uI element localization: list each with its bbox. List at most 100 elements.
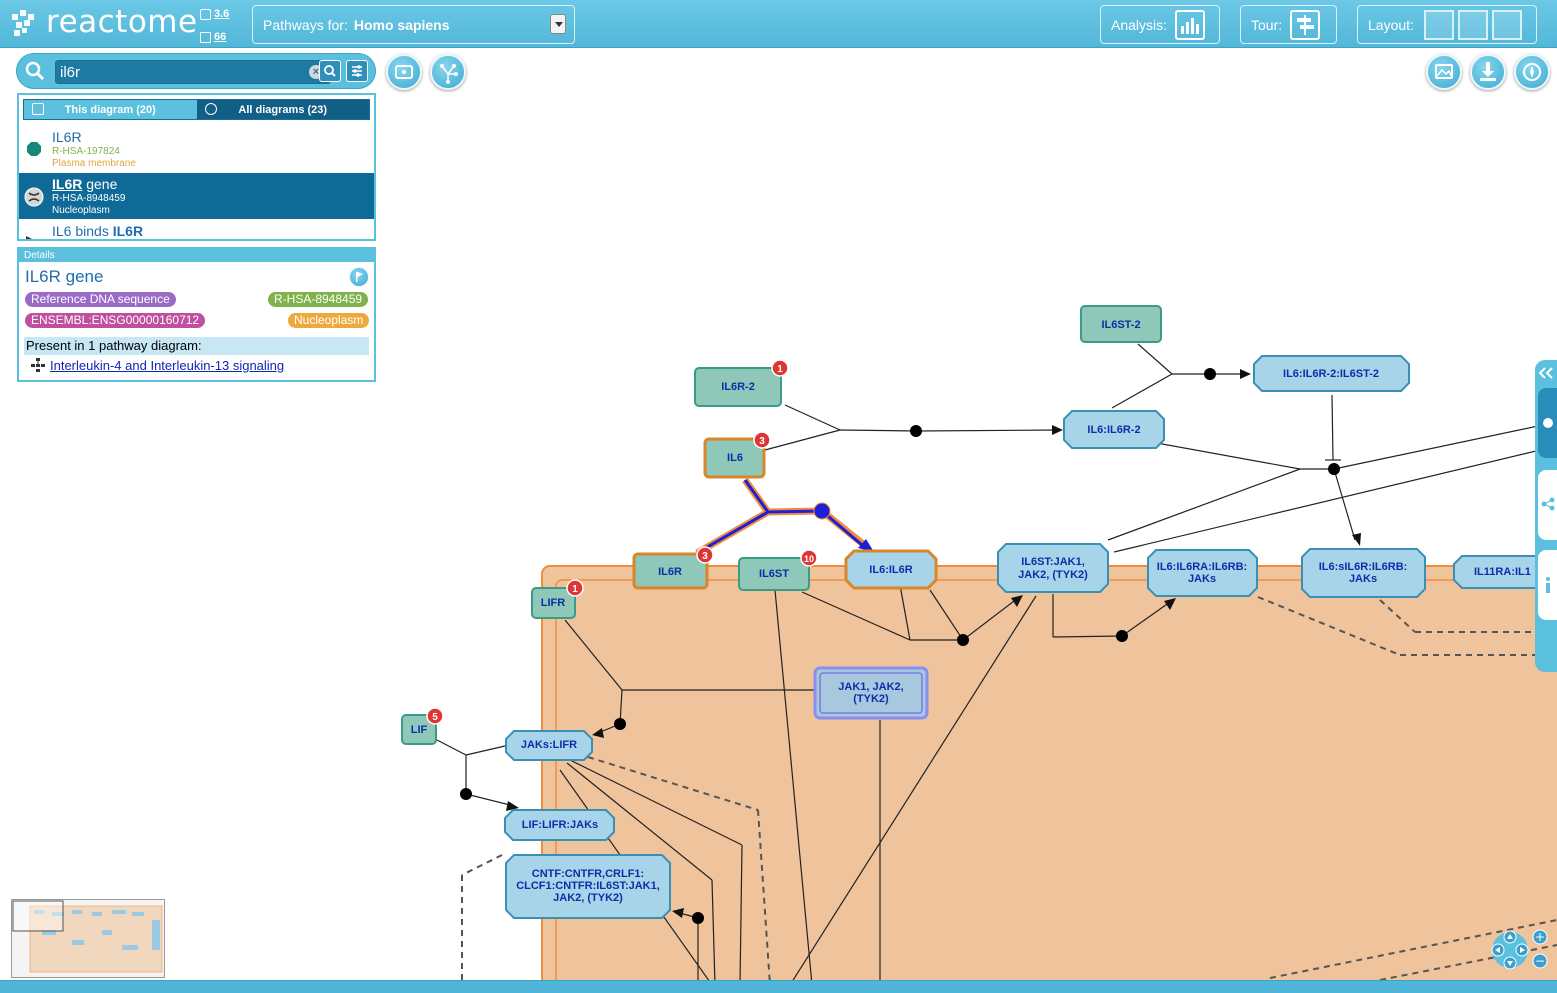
image-icon bbox=[1435, 64, 1453, 79]
export-image-button[interactable] bbox=[1426, 54, 1462, 90]
svg-text:CLCF1:CNTFR:IL6ST:JAK1,: CLCF1:CNTFR:IL6ST:JAK1, bbox=[516, 880, 660, 892]
node-cntf-complex[interactable]: CNTF:CNTFR,CRLF1: CLCF1:CNTFR:IL6ST:JAK1… bbox=[505, 854, 671, 919]
node-il6-il6ra-il6rb-jaks[interactable]: IL6:IL6RA:IL6RB: JAKs bbox=[1147, 549, 1258, 597]
node-il6r[interactable]: IL6R 3 bbox=[632, 546, 714, 590]
reaction-icon bbox=[26, 236, 32, 239]
svg-text:IL6:IL6R-2: IL6:IL6R-2 bbox=[1087, 424, 1140, 436]
node-il6st-2[interactable]: IL6ST-2 bbox=[1080, 305, 1162, 343]
info-tab[interactable] bbox=[1538, 550, 1557, 620]
node-il6st-jak1-jak2-tyk2[interactable]: IL6ST:JAK1, JAK2, (TYK2) bbox=[997, 543, 1109, 593]
svg-text:(TYK2): (TYK2) bbox=[853, 693, 889, 705]
svg-text:IL6:IL6RA:IL6RB:: IL6:IL6RA:IL6RB: bbox=[1157, 561, 1247, 573]
result-name-prefix: IL6 binds bbox=[52, 223, 113, 239]
svg-text:IL6:sIL6R:IL6RB:: IL6:sIL6R:IL6RB: bbox=[1319, 561, 1408, 573]
node-jaks-lifr[interactable]: JAKs:LIFR bbox=[505, 730, 593, 761]
node-il6r-2[interactable]: IL6R-2 1 bbox=[694, 359, 789, 407]
svg-text:IL6R: IL6R bbox=[658, 566, 682, 578]
id-pill[interactable]: R-HSA-8948459 bbox=[268, 292, 369, 307]
node-il6-il6r-2[interactable]: IL6:IL6R-2 bbox=[1063, 410, 1165, 449]
result-name-highlight: IL6R bbox=[112, 223, 144, 239]
species-selector[interactable]: Pathways for: Homo sapiens bbox=[252, 5, 575, 44]
flag-icon bbox=[356, 272, 363, 282]
compartment-inner bbox=[555, 579, 1557, 983]
search-result-item[interactable]: IL6R R-HSA-197824 Plasma membrane bbox=[19, 126, 374, 172]
search-bar: × bbox=[16, 53, 376, 89]
top-bar: reactome 3.6 66 Pathways for: Homo sapie… bbox=[0, 0, 1557, 48]
logo-text: reactome bbox=[46, 4, 198, 40]
analysis-button[interactable]: Analysis: bbox=[1100, 5, 1220, 44]
tab-this-diagram[interactable]: This diagram (20) bbox=[24, 100, 197, 119]
layout-selector: Layout: bbox=[1357, 5, 1537, 44]
interactors-tab[interactable] bbox=[1538, 470, 1557, 540]
svg-text:JAKs:LIFR: JAKs:LIFR bbox=[521, 739, 577, 751]
result-name: IL6R gene bbox=[52, 176, 117, 192]
navigation-controls[interactable]: + − bbox=[1490, 928, 1550, 972]
reactome-logo-icon bbox=[12, 10, 34, 36]
svg-text:JAKs: JAKs bbox=[1349, 573, 1377, 585]
fireworks-icon bbox=[440, 64, 458, 84]
pathway-count-link[interactable]: 66 bbox=[200, 31, 226, 43]
details-header: Details bbox=[19, 249, 374, 262]
flag-button[interactable] bbox=[349, 267, 369, 287]
search-submit-button[interactable] bbox=[319, 60, 341, 82]
diagram-thumbnail[interactable] bbox=[11, 899, 165, 978]
svg-text:IL6:IL6R: IL6:IL6R bbox=[869, 564, 912, 576]
dna-sequence-icon bbox=[24, 187, 44, 207]
settings-button[interactable] bbox=[1514, 54, 1550, 90]
highlighted-reaction[interactable] bbox=[695, 477, 874, 557]
details-panel: Details IL6R gene Reference DNA sequence… bbox=[17, 247, 376, 382]
svg-text:−: − bbox=[1535, 954, 1545, 968]
layout-right-panel-icon[interactable] bbox=[1491, 9, 1522, 40]
tour-label: Tour: bbox=[1251, 16, 1283, 33]
svg-text:+: + bbox=[1535, 930, 1545, 944]
svg-text:10: 10 bbox=[804, 554, 814, 564]
node-il6-sil6r-il6rb-jaks[interactable]: IL6:sIL6R:IL6RB: JAKs bbox=[1301, 548, 1426, 598]
right-side-tabs bbox=[1535, 360, 1557, 672]
node-jak1-jak2-tyk2[interactable]: JAK1, JAK2, (TYK2) bbox=[813, 666, 929, 720]
svg-text:IL11RA:IL1: IL11RA:IL1 bbox=[1474, 566, 1531, 578]
version-link[interactable]: 3.6 bbox=[200, 8, 229, 20]
bottom-panel-handle[interactable] bbox=[0, 980, 1557, 993]
analysis-label: Analysis: bbox=[1111, 16, 1168, 33]
svg-text:CNTF:CNTFR,CRLF1:: CNTF:CNTFR,CRLF1: bbox=[532, 868, 644, 880]
present-in-label: Present in 1 pathway diagram: bbox=[24, 337, 369, 355]
tab-all-diagrams-label: All diagrams (23) bbox=[238, 103, 328, 116]
double-chevron-left-icon[interactable] bbox=[1537, 366, 1555, 380]
ensembl-pill[interactable]: ENSEMBL:ENSG00000160712 bbox=[25, 313, 206, 328]
svg-text:IL6ST:JAK1,: IL6ST:JAK1, bbox=[1021, 556, 1085, 568]
svg-text:1: 1 bbox=[572, 584, 578, 595]
node-il6[interactable]: IL6 3 bbox=[703, 431, 771, 479]
result-location: Plasma membrane bbox=[52, 158, 136, 169]
search-result-item-selected[interactable]: IL6R gene R-HSA-8948459 Nucleoplasm bbox=[19, 173, 374, 219]
tour-button[interactable]: Tour: bbox=[1240, 5, 1337, 44]
svg-text:IL6ST: IL6ST bbox=[759, 568, 789, 580]
pathway-count: 66 bbox=[214, 31, 227, 43]
species-dropdown-button[interactable] bbox=[550, 14, 566, 34]
node-lif-lifr-jaks[interactable]: LIF:LIFR:JAKs bbox=[504, 809, 615, 841]
svg-text:3: 3 bbox=[702, 551, 708, 562]
search-icon[interactable] bbox=[25, 61, 45, 81]
reactome-app: IL6ST-2 IL6R-2 1 IL6 3 IL6R 3 IL6ST 10 L… bbox=[0, 0, 1557, 993]
pathway-link[interactable]: Interleukin-4 and Interleukin-13 signali… bbox=[50, 358, 284, 373]
search-options-button[interactable] bbox=[346, 60, 368, 82]
node-lif[interactable]: LIF 5 bbox=[401, 707, 444, 745]
layout-center-panel-icon[interactable] bbox=[1457, 9, 1488, 40]
search-result-item[interactable]: IL6 binds IL6R bbox=[19, 220, 374, 239]
species-label: Pathways for: bbox=[263, 16, 348, 33]
search-input[interactable] bbox=[55, 60, 331, 84]
molecules-tab[interactable] bbox=[1538, 388, 1557, 458]
fit-diagram-button[interactable] bbox=[386, 54, 422, 90]
node-il6st[interactable]: IL6ST 10 bbox=[738, 549, 818, 591]
download-button[interactable] bbox=[1470, 54, 1506, 90]
result-name-rest: gene bbox=[82, 176, 118, 192]
node-il6-il6r[interactable]: IL6:IL6R bbox=[844, 549, 938, 590]
reactome-logo[interactable]: reactome bbox=[8, 4, 198, 42]
tab-all-diagrams[interactable]: All diagrams (23) bbox=[196, 100, 369, 119]
layout-left-panel-icon[interactable] bbox=[1423, 9, 1454, 40]
fit-screen-icon bbox=[395, 65, 413, 79]
download-icon bbox=[1480, 62, 1496, 81]
globe-icon bbox=[204, 103, 217, 115]
pathway-overview-button[interactable] bbox=[430, 54, 466, 90]
svg-text:JAK1, JAK2,: JAK1, JAK2, bbox=[838, 681, 903, 693]
node-il6-il6r-2-il6st-2[interactable]: IL6:IL6R-2:IL6ST-2 bbox=[1253, 355, 1410, 392]
